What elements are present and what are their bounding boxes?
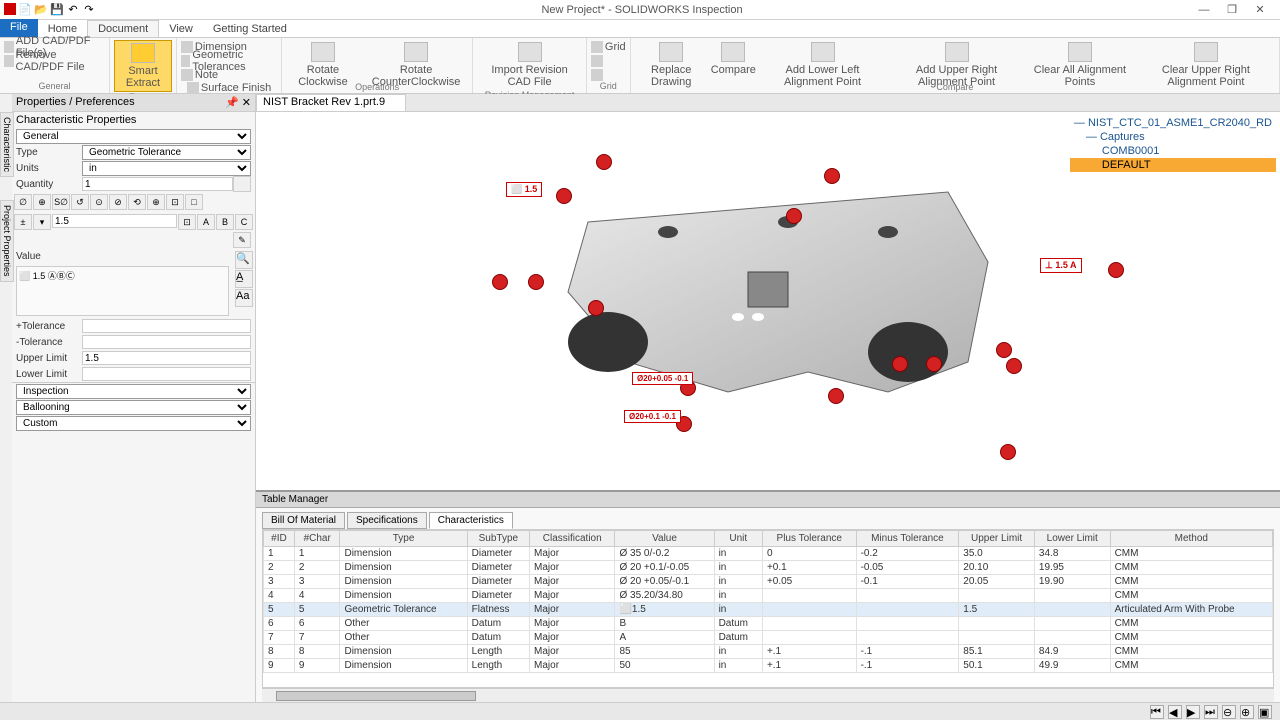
callout[interactable]: Ø20+0.1 -0.1 [624,410,681,423]
characteristics-grid[interactable]: #ID#CharTypeSubTypeClassificationValueUn… [262,529,1274,688]
edit-icon[interactable]: ✎ [233,232,251,248]
table-manager-header: Table Manager [256,492,1280,508]
titlebar: 📄 📂 💾 ↶ ↷ New Project* - SOLIDWORKS Insp… [0,0,1280,20]
zoom-in-icon[interactable]: ⊕ [1240,705,1254,719]
inspection-select[interactable]: Inspection [16,384,251,399]
horizontal-scrollbar[interactable] [262,688,1274,702]
table-row[interactable]: 55Geometric ToleranceFlatnessMajor⬜1.5in… [264,603,1273,617]
characteristic-side-tab[interactable]: Characteristic [0,112,14,177]
nav-prev-icon[interactable]: ◀ [1168,705,1182,719]
callout[interactable]: Ø20+0.05 -0.1 [632,372,693,385]
window-title: New Project* - SOLIDWORKS Inspection [100,4,1184,16]
tab-characteristics[interactable]: Characteristics [429,512,513,529]
tree-captures[interactable]: — Captures [1070,130,1276,144]
maximize-button[interactable]: ❐ [1220,2,1244,18]
balloon[interactable] [1108,262,1124,278]
view-tab[interactable]: View [159,21,203,37]
table-row[interactable]: 66OtherDatumMajorBDatumCMM [264,617,1273,631]
project-properties-side-tab[interactable]: Project Properties [0,200,14,282]
balloon[interactable] [492,274,508,290]
table-row[interactable]: 77OtherDatumMajorADatumCMM [264,631,1273,645]
table-row[interactable]: 88DimensionLengthMajor85in+.1-.185.184.9… [264,645,1273,659]
balloon[interactable] [828,388,844,404]
save-icon[interactable]: 💾 [50,3,64,17]
balloon[interactable] [1006,358,1022,374]
remove-cad-button[interactable]: Remove CAD/PDF File [4,54,105,67]
tab-bom[interactable]: Bill Of Material [262,512,345,529]
getting-started-tab[interactable]: Getting Started [203,21,297,37]
undo-icon[interactable]: ↶ [66,3,80,17]
table-row[interactable]: 99DimensionLengthMajor50in+.1-.150.149.9… [264,659,1273,673]
num-input[interactable] [52,214,177,228]
table-manager: Table Manager Bill Of Material Specifica… [256,490,1280,702]
balloon[interactable] [996,342,1012,358]
quantity-input[interactable] [82,177,233,191]
main: Characteristic Project Properties Proper… [0,94,1280,702]
ribbon-tabs: File Home Document View Getting Started [0,20,1280,38]
balloon[interactable] [596,154,612,170]
balloon[interactable] [824,168,840,184]
balloon[interactable] [892,356,908,372]
balloon[interactable] [1000,444,1016,460]
minus-tol-input[interactable] [82,335,251,349]
model-tree: — NIST_CTC_01_ASME1_CR2040_RD — Captures… [1070,116,1276,172]
zoom-out-icon[interactable]: ⊖ [1222,705,1236,719]
balloon[interactable] [556,188,572,204]
general-select[interactable]: General [16,129,251,144]
panel-title: Properties / Preferences📌 ✕ [12,94,255,112]
balloon[interactable] [786,208,802,224]
upper-limit-input[interactable] [82,351,251,365]
plus-tol-input[interactable] [82,319,251,333]
type-select[interactable]: Geometric Tolerance [82,145,251,160]
close-button[interactable]: ✕ [1248,2,1272,18]
model-3d [508,132,1028,432]
quick-access-toolbar: 📄 📂 💾 ↶ ↷ [0,3,100,17]
app-icon [4,3,16,15]
callout[interactable]: ⬜ 1.5 [506,182,542,197]
nav-next-icon[interactable]: ▶ [1186,705,1200,719]
fit-icon[interactable]: ▣ [1258,705,1272,719]
open-icon[interactable]: 📂 [34,3,48,17]
value-display: ⬜ 1.5 ⒶⒷⒸ [16,266,229,316]
units-select[interactable]: in [82,161,251,176]
redo-icon[interactable]: ↷ [82,3,96,17]
lower-limit-input[interactable] [82,367,251,381]
nav-last-icon[interactable]: ⏭ [1204,705,1218,719]
callout[interactable]: ⊥ 1.5 A [1040,258,1082,273]
surface-finish-button[interactable]: Surface Finish [187,81,277,94]
import-revision-button[interactable]: Import Revision CAD File [477,40,582,90]
group-general-label: General [4,81,105,91]
statusbar: ⏮ ◀ ▶ ⏭ ⊖ ⊕ ▣ [0,702,1280,720]
ballooning-select[interactable]: Ballooning [16,400,251,415]
geometric-tol-button[interactable]: Geometric Tolerances [181,54,277,67]
compare-button[interactable]: Compare [712,40,755,78]
grid-button[interactable]: Grid [591,40,626,53]
minimize-button[interactable]: — [1192,2,1216,18]
tree-combo[interactable]: COMB0001 [1070,144,1276,158]
new-icon[interactable]: 📄 [18,3,32,17]
smart-extract-button[interactable]: Smart Extract [114,40,172,92]
table-row[interactable]: 33DimensionDiameterMajorØ 20 +0.05/-0.1i… [264,575,1273,589]
table-row[interactable]: 11DimensionDiameterMajorØ 35 0/-0.2in0-0… [264,547,1273,561]
symbol-toolbar: ∅⊕S∅↺⊙⊘⟲⊕⊡□ [12,192,255,212]
document-tab-item[interactable]: NIST Bracket Rev 1.prt.9 [256,94,406,111]
custom-select[interactable]: Custom [16,416,251,431]
nav-first-icon[interactable]: ⏮ [1150,705,1164,719]
properties-panel: Properties / Preferences📌 ✕ Characterist… [12,94,256,702]
viewport-3d[interactable]: — NIST_CTC_01_ASME1_CR2040_RD — Captures… [256,112,1280,490]
pin-icon[interactable]: 📌 ✕ [225,96,251,109]
tab-specifications[interactable]: Specifications [347,512,427,529]
balloon[interactable] [588,300,604,316]
qty-icon[interactable] [233,176,251,192]
tree-default[interactable]: DEFAULT [1070,158,1276,172]
note-button[interactable]: Note [181,68,277,81]
table-row[interactable]: 44DimensionDiameterMajorØ 35.20/34.80inC… [264,589,1273,603]
balloon[interactable] [528,274,544,290]
table-row[interactable]: 22DimensionDiameterMajorØ 20 +0.1/-0.05i… [264,561,1273,575]
viewport-area: NIST Bracket Rev 1.prt.9 — NIST_CTC_01_A… [256,94,1280,702]
ribbon: ADD CAD/PDF File(s) Remove CAD/PDF File … [0,38,1280,94]
tree-root[interactable]: — NIST_CTC_01_ASME1_CR2040_RD [1070,116,1276,130]
balloon[interactable] [926,356,942,372]
